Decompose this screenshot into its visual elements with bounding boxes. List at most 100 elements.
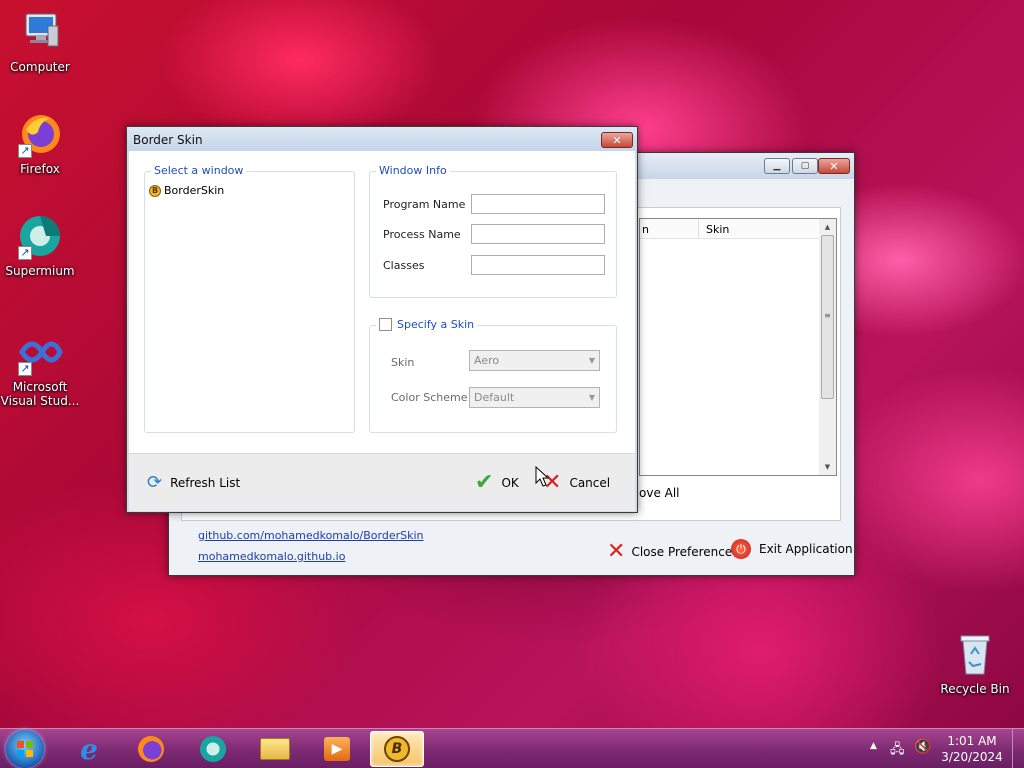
taskbar-explorer[interactable] — [248, 731, 302, 767]
firefox-icon: ↗ — [16, 110, 64, 158]
exit-application-button[interactable]: ⏻ Exit Application — [731, 539, 853, 559]
dialog-titlebar[interactable]: Border Skin ✕ — [127, 127, 637, 153]
dialog-close-button[interactable]: ✕ — [601, 132, 633, 148]
network-icon[interactable]: 🖧 — [890, 740, 905, 762]
program-name-label: Program Name — [383, 198, 466, 211]
github-link[interactable]: github.com/mohamedkomalo/BorderSkin — [198, 529, 424, 542]
process-name-label: Process Name — [383, 228, 461, 241]
close-preference-label: Close Preference — [631, 544, 733, 559]
show-hidden-icons-button[interactable]: ▲ — [870, 741, 877, 751]
taskbar-borderskin[interactable]: B — [370, 731, 424, 767]
dialog-button-bar: ⟳ Refresh List ✔ OK ✕ Cancel — [129, 453, 635, 511]
shortcut-arrow-icon: ↗ — [18, 246, 32, 260]
minimize-button[interactable]: ▁ — [764, 158, 790, 174]
windows-logo-icon — [17, 741, 33, 757]
desktop-icon-visual-studio[interactable]: ↗ Microsoft Visual Stud... — [0, 328, 80, 408]
volume-muted-icon[interactable]: 🔇 — [914, 739, 931, 755]
borderskin-icon: B — [384, 736, 410, 762]
program-name-field[interactable] — [471, 194, 605, 214]
ok-button[interactable]: ✔ OK — [475, 472, 519, 494]
column-header-skin[interactable]: Skin — [706, 223, 729, 236]
green-check-icon: ✔ — [475, 470, 494, 495]
close-button[interactable]: ✕ — [818, 158, 850, 174]
specify-skin-label: Specify a Skin — [397, 318, 475, 331]
color-scheme-select[interactable]: Default ▼ — [469, 387, 600, 408]
ok-label: OK — [501, 476, 519, 490]
red-x-icon: ✕ — [607, 539, 626, 564]
maximize-button[interactable]: ▢ — [792, 158, 818, 174]
specify-skin-checkbox[interactable] — [379, 318, 392, 331]
skin-select-value: Aero — [474, 354, 500, 367]
exit-application-label: Exit Application — [759, 542, 853, 556]
desktop-icon-supermium[interactable]: ↗ Supermium — [0, 212, 80, 278]
specify-skin-group: Specify a Skin Skin Aero ▼ Color Scheme … — [369, 318, 617, 433]
classes-field[interactable] — [471, 255, 605, 275]
window-list-item-label: BorderSkin — [164, 184, 225, 197]
close-preference-button[interactable]: ✕ Close Preference — [607, 539, 732, 564]
clock[interactable]: 1:01 AM 3/20/2024 — [938, 733, 1006, 765]
internet-explorer-icon: e — [80, 732, 98, 766]
shortcut-arrow-icon: ↗ — [18, 362, 32, 376]
cancel-button[interactable]: ✕ Cancel — [543, 472, 610, 494]
vertical-scrollbar[interactable]: ▲ ≡ ▼ — [819, 219, 836, 475]
desktop-icon-label: Recycle Bin — [940, 682, 1010, 696]
media-player-icon: ▶ — [324, 737, 350, 761]
border-skin-dialog: Border Skin ✕ Select a window B BorderSk… — [126, 126, 638, 513]
desktop-icon-firefox[interactable]: ↗ Firefox — [0, 110, 80, 176]
classes-label: Classes — [383, 259, 425, 272]
desktop-icon-label: Firefox — [20, 162, 60, 176]
taskbar: e ▶ B ▲ 🖧 🔇 1:01 AM 3/20/2024 — [0, 728, 1024, 768]
chevron-down-icon: ▼ — [588, 356, 595, 365]
clock-date: 3/20/2024 — [941, 750, 1003, 764]
desktop-icon-label: Supermium — [5, 264, 75, 278]
computer-icon — [16, 8, 64, 56]
borderskin-icon: B — [149, 184, 161, 197]
start-button[interactable] — [6, 730, 44, 768]
window-info-title: Window Info — [376, 164, 450, 177]
supermium-icon: ↗ — [16, 212, 64, 260]
skin-select[interactable]: Aero ▼ — [469, 350, 600, 371]
cancel-label: Cancel — [569, 476, 611, 490]
taskbar-supermium[interactable] — [186, 731, 240, 767]
taskbar-media-player[interactable]: ▶ — [310, 731, 364, 767]
skin-label: Skin — [391, 356, 415, 369]
window-list-item[interactable]: B BorderSkin — [149, 184, 224, 197]
remove-all-button[interactable]: ove All — [639, 486, 680, 500]
mouse-cursor-icon — [535, 465, 550, 491]
select-window-title: Select a window — [151, 164, 247, 177]
column-divider — [698, 219, 699, 239]
skins-listview[interactable]: n Skin ▲ ≡ ▼ — [639, 218, 837, 476]
dialog-title: Border Skin — [133, 133, 203, 147]
explorer-icon — [260, 738, 290, 760]
show-desktop-button[interactable] — [1012, 729, 1024, 768]
visual-studio-icon: ↗ — [16, 328, 64, 376]
recycle-bin-icon — [951, 630, 999, 678]
refresh-list-label: Refresh List — [170, 476, 241, 490]
homepage-link[interactable]: mohamedkomalo.github.io — [198, 550, 345, 563]
desktop-icon-recycle-bin[interactable]: Recycle Bin — [935, 630, 1015, 696]
supermium-icon — [200, 736, 226, 762]
firefox-icon — [138, 736, 164, 762]
refresh-icon: ⟳ — [147, 472, 163, 493]
column-header[interactable]: n — [642, 223, 649, 236]
color-scheme-select-value: Default — [474, 391, 515, 404]
desktop-icon-label: Microsoft Visual Stud... — [0, 380, 80, 408]
scroll-up-arrow-icon[interactable]: ▲ — [819, 219, 836, 235]
shortcut-arrow-icon: ↗ — [18, 144, 32, 158]
desktop-icon-computer[interactable]: Computer — [0, 8, 80, 74]
process-name-field[interactable] — [471, 224, 605, 244]
dialog-client-area: Select a window B BorderSkin Window Info… — [129, 151, 635, 453]
clock-time: 1:01 AM — [947, 734, 997, 748]
refresh-list-button[interactable]: ⟳ Refresh List — [147, 474, 240, 492]
specify-skin-checkbox-row[interactable]: Specify a Skin — [376, 318, 478, 331]
color-scheme-label: Color Scheme — [391, 391, 468, 404]
taskbar-internet-explorer[interactable]: e — [62, 731, 116, 767]
desktop-icon-label: Computer — [10, 60, 70, 74]
taskbar-firefox[interactable] — [124, 731, 178, 767]
select-window-group: Select a window B BorderSkin — [144, 164, 355, 433]
chevron-down-icon: ▼ — [588, 393, 595, 402]
scrollbar-thumb[interactable]: ≡ — [821, 235, 834, 399]
listview-header: n Skin — [640, 219, 819, 239]
scroll-down-arrow-icon[interactable]: ▼ — [819, 459, 836, 475]
power-icon: ⏻ — [731, 539, 751, 559]
